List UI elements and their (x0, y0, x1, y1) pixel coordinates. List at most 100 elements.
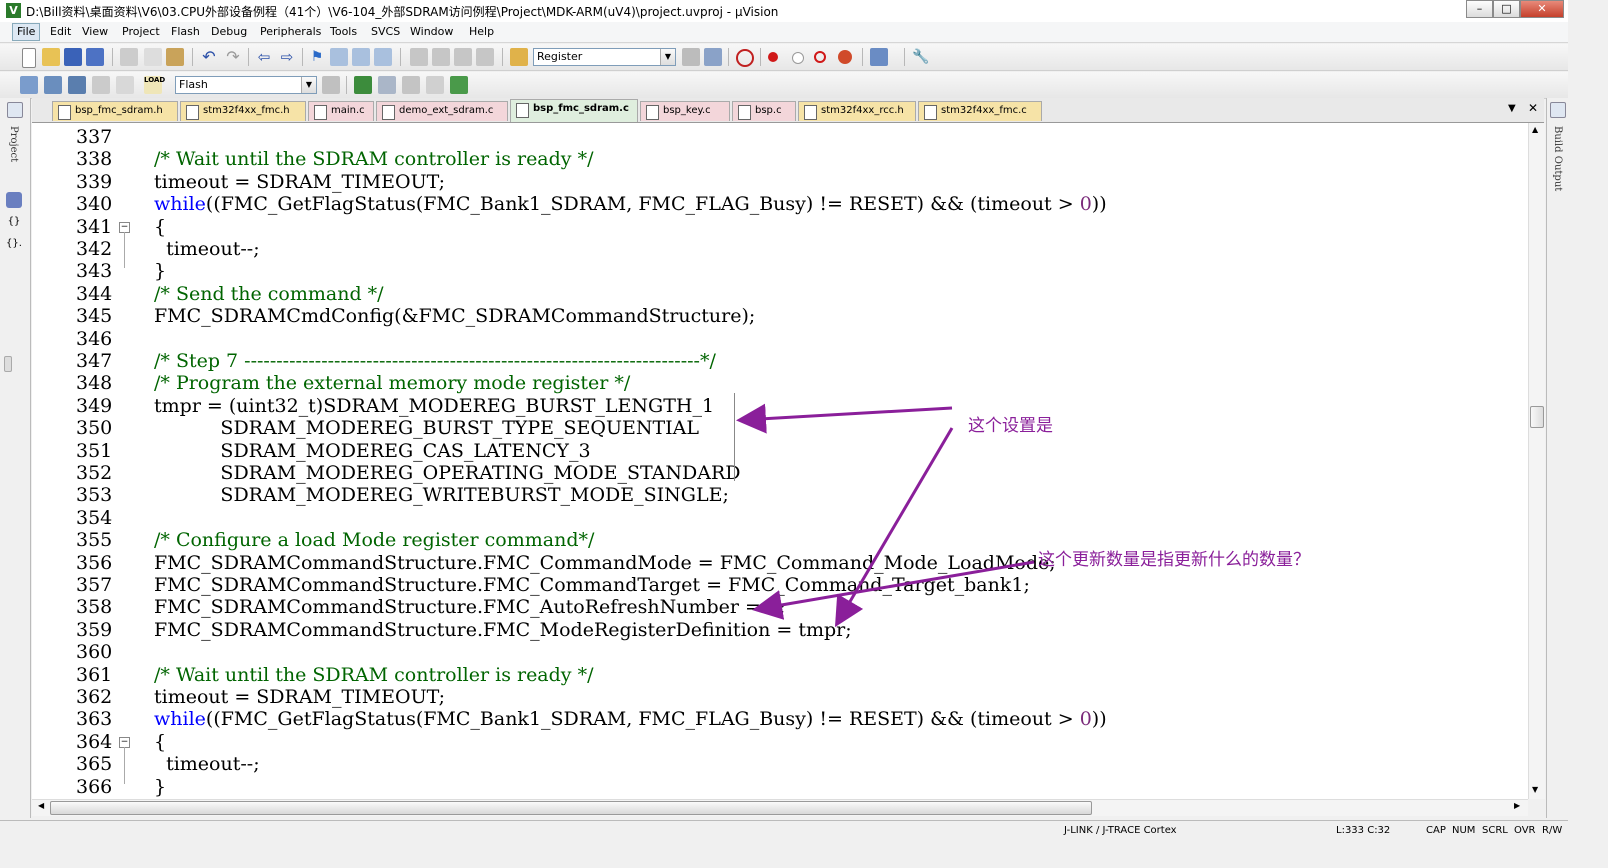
tab-list-dropdown[interactable]: ▼ (1508, 103, 1516, 114)
save-all-icon[interactable] (86, 48, 104, 66)
build-output-icon[interactable] (1550, 102, 1566, 118)
chevron-down-icon[interactable]: ▼ (301, 77, 316, 93)
menu-tools[interactable]: Tools (326, 24, 361, 40)
menu-file[interactable]: File (12, 23, 41, 41)
build-output-panel-collapsed[interactable]: Build Output (1546, 98, 1569, 818)
run-time-env-icon[interactable] (450, 76, 468, 94)
project-panel-collapsed[interactable]: Project {} {}. (0, 98, 31, 818)
line-number: 342 (76, 238, 113, 260)
menu-svcs[interactable]: SVCS (367, 24, 404, 40)
pack-installer-icon[interactable] (426, 76, 444, 94)
tab-main-c[interactable]: main.c (308, 101, 374, 121)
download-icon[interactable]: LOAD (144, 76, 165, 94)
tab-bsp-key-c[interactable]: bsp_key.c (640, 101, 730, 121)
save-icon[interactable] (64, 48, 82, 66)
navigate-forward-icon[interactable]: ⇨ (278, 48, 296, 66)
horizontal-scrollbar[interactable]: ◀ ▶ (32, 799, 1528, 816)
file-toolbar: ↶ ↷ ⇦ ⇨ ⚑ Register ▼ 🔧 (0, 44, 1568, 71)
code-comment: /* Step 7 ------------------------------… (154, 350, 716, 372)
chevron-down-icon[interactable]: ▼ (660, 49, 675, 65)
uncomment-icon[interactable] (476, 48, 494, 66)
indent-icon[interactable] (410, 48, 428, 66)
target-combo[interactable]: Flash ▼ (175, 76, 317, 94)
unindent-icon[interactable] (432, 48, 450, 66)
enable-breakpoint-icon[interactable] (792, 52, 804, 64)
horizontal-scroll-thumb[interactable] (50, 801, 1092, 815)
configure-icon[interactable]: 🔧 (912, 48, 930, 66)
batch-build-icon[interactable] (92, 76, 110, 94)
app-icon: V (6, 3, 21, 18)
manage-books-icon[interactable] (378, 76, 396, 94)
find-combo-value: Register (537, 50, 583, 63)
code-token: SDRAM_MODEREG_WRITEBURST_MODE_SINGLE; (154, 484, 729, 507)
new-file-icon[interactable] (22, 48, 36, 68)
project-panel-label[interactable]: Project (8, 126, 19, 162)
clear-bookmarks-icon[interactable] (374, 48, 392, 66)
menu-peripherals[interactable]: Peripherals (256, 24, 325, 40)
prev-bookmark-icon[interactable] (330, 48, 348, 66)
title-bar: V D:\Bill资料\桌面资料\V6\03.CPU外部设备例程（41个）\V6… (0, 0, 1568, 23)
scroll-down-icon[interactable]: ▼ (1532, 785, 1538, 794)
vertical-scrollbar[interactable]: ▲ ▼ (1528, 123, 1545, 799)
comment-icon[interactable] (454, 48, 472, 66)
stop-build-icon[interactable] (116, 76, 134, 94)
find-icon[interactable] (682, 48, 700, 66)
target-options-icon[interactable] (322, 76, 340, 94)
menu-view[interactable]: View (78, 24, 112, 40)
tab-bsp-fmc-sdram-h[interactable]: bsp_fmc_sdram.h (52, 101, 178, 121)
project-window-icon[interactable] (7, 102, 23, 118)
line-number: 351 (76, 439, 113, 462)
paste-icon[interactable] (166, 48, 184, 66)
menu-edit[interactable]: Edit (46, 24, 75, 40)
code-editor[interactable]: 337 338 /* Wait until the SDRAM controller… (32, 123, 1528, 799)
disable-breakpoints-icon[interactable] (814, 51, 826, 63)
code-token: timeout = SDRAM_TIMEOUT; (154, 686, 446, 708)
kill-breakpoints-icon[interactable] (838, 50, 852, 64)
debug-session-icon[interactable] (736, 49, 754, 67)
rebuild-icon[interactable] (68, 76, 86, 94)
open-file-icon[interactable] (42, 48, 60, 66)
tab-stm32f4xx-rcc-h[interactable]: stm32f4xx_rcc.h (798, 101, 916, 121)
maximize-button[interactable]: □ (1493, 0, 1520, 18)
status-bar: J-LINK / J-TRACE Cortex L:333 C:32 CAP N… (0, 820, 1568, 841)
line-number: 361 (76, 663, 113, 686)
next-bookmark-icon[interactable] (352, 48, 370, 66)
undo-icon[interactable]: ↶ (200, 48, 218, 66)
tab-bsp-c[interactable]: bsp.c (732, 101, 796, 121)
vertical-scroll-thumb[interactable] (1530, 406, 1544, 428)
panel-splitter[interactable] (4, 356, 12, 372)
cut-icon[interactable] (120, 48, 138, 66)
scroll-right-icon[interactable]: ▶ (1514, 801, 1520, 810)
insert-breakpoint-icon[interactable] (768, 52, 778, 62)
tab-stm32f4xx-fmc-h[interactable]: stm32f4xx_fmc.h (180, 101, 306, 121)
build-output-label[interactable]: Build Output (1552, 126, 1563, 191)
bookmark-icon[interactable]: ⚑ (308, 48, 326, 66)
menu-help[interactable]: Help (465, 24, 498, 40)
books-icon[interactable] (6, 192, 22, 208)
menu-project[interactable]: Project (118, 24, 164, 40)
tab-demo-ext-sdram-c[interactable]: demo_ext_sdram.c (376, 101, 508, 121)
tab-stm32f4xx-fmc-c[interactable]: stm32f4xx_fmc.c (918, 101, 1042, 121)
close-button[interactable]: ✕ (1520, 0, 1564, 18)
navigate-back-icon[interactable]: ⇦ (255, 48, 273, 66)
build-icon[interactable] (44, 76, 62, 94)
menu-window[interactable]: Window (406, 24, 457, 40)
scroll-up-icon[interactable]: ▲ (1532, 125, 1538, 134)
copy-icon[interactable] (144, 48, 162, 66)
close-tab-icon[interactable]: ✕ (1528, 101, 1538, 115)
scroll-left-icon[interactable]: ◀ (38, 801, 44, 810)
find-in-files-icon[interactable] (510, 48, 528, 66)
menu-debug[interactable]: Debug (207, 24, 251, 40)
select-packs-icon[interactable] (402, 76, 420, 94)
window-layout-icon[interactable] (870, 48, 888, 66)
translate-icon[interactable] (20, 76, 38, 94)
minimize-button[interactable]: – (1466, 0, 1493, 18)
redo-icon[interactable]: ↷ (224, 48, 242, 66)
menu-flash[interactable]: Flash (167, 24, 204, 40)
tab-bsp-fmc-sdram-c[interactable]: bsp_fmc_sdram.c (510, 99, 638, 122)
find-combo[interactable]: Register ▼ (533, 48, 676, 66)
templates-icon[interactable]: {}. (6, 236, 22, 252)
manage-components-icon[interactable] (354, 76, 372, 94)
incremental-find-icon[interactable] (704, 48, 722, 66)
functions-icon[interactable]: {} (6, 214, 22, 230)
